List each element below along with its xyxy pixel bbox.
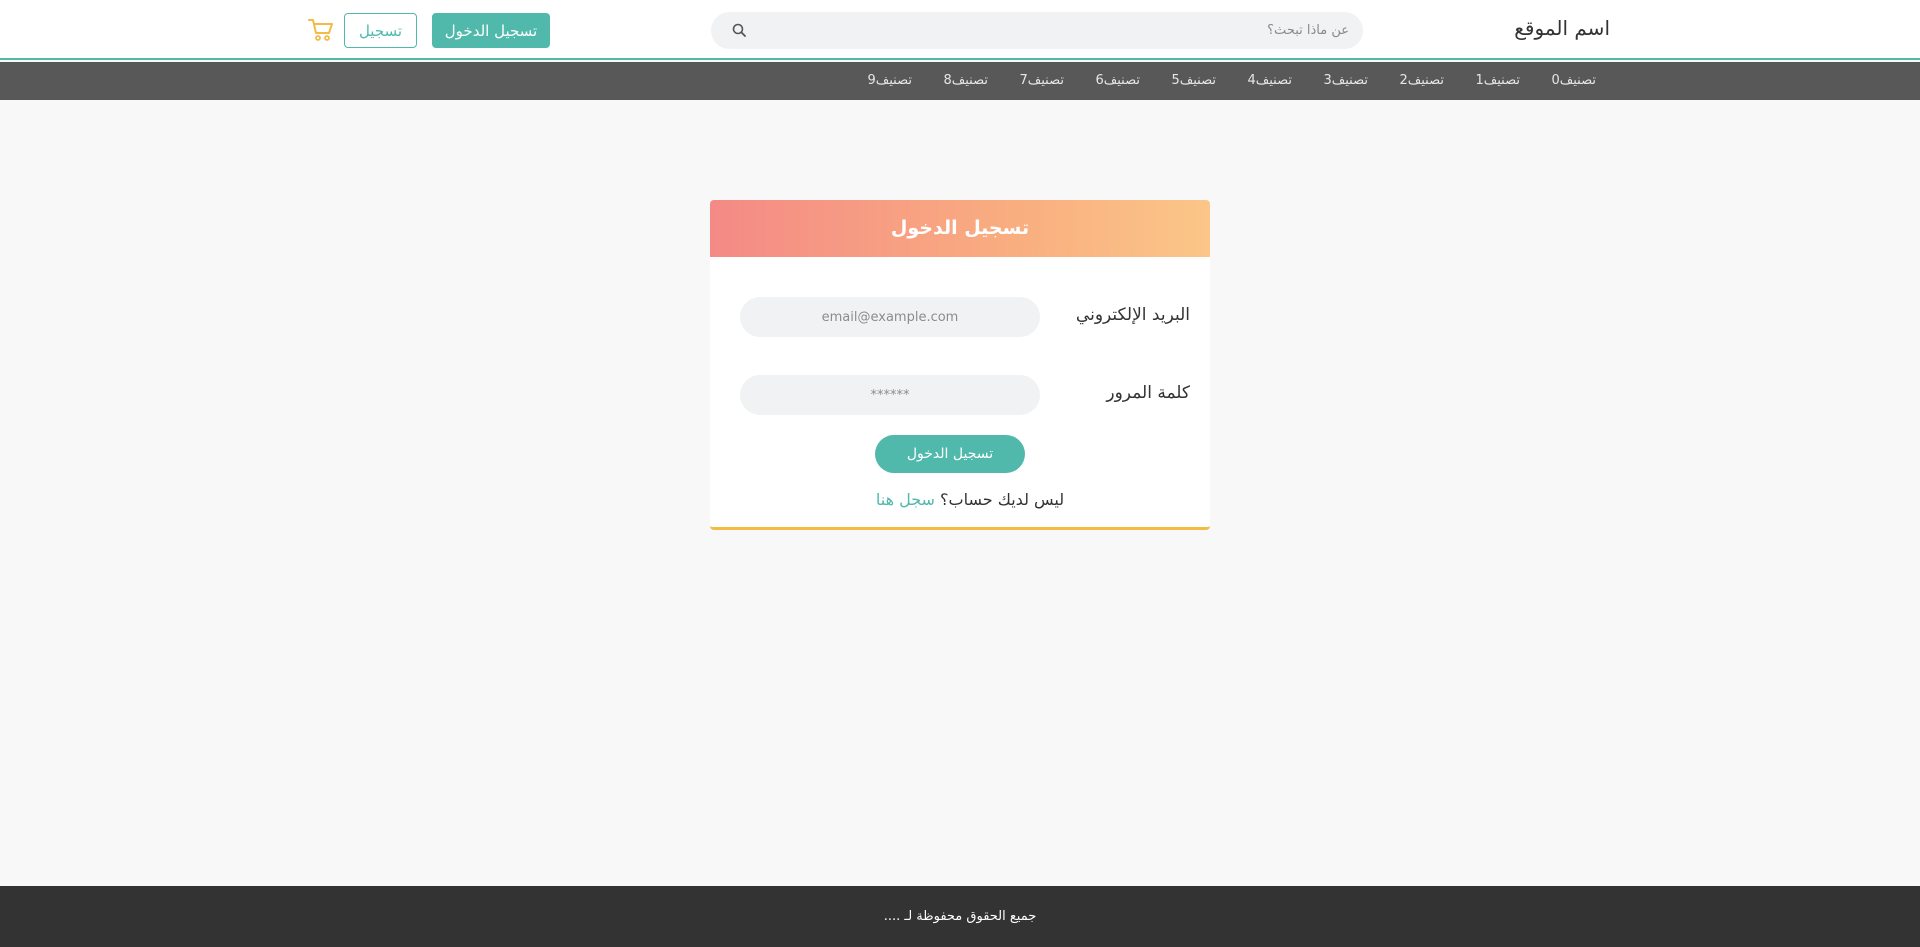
site-header: اسم الموقع تسجيل الدخول تسجيل xyxy=(0,0,1920,60)
nav-item-category-4[interactable]: تصنيف4 xyxy=(1216,62,1292,100)
submit-login-button[interactable]: تسجيل الدخول xyxy=(875,435,1025,473)
nav-item-category-6[interactable]: تصنيف6 xyxy=(1064,62,1140,100)
login-button[interactable]: تسجيل الدخول xyxy=(432,13,550,48)
password-field[interactable] xyxy=(740,375,1040,415)
nav-item-category-3[interactable]: تصنيف3 xyxy=(1292,62,1368,100)
site-name[interactable]: اسم الموقع xyxy=(1514,16,1610,40)
signup-prompt: ليس لديك حساب؟ سجل هنا xyxy=(710,490,1210,509)
nav-item-category-1[interactable]: تصنيف1 xyxy=(1444,62,1520,100)
nav-item-category-7[interactable]: تصنيف7 xyxy=(988,62,1064,100)
nav-item-category-5[interactable]: تصنيف5 xyxy=(1140,62,1216,100)
email-field[interactable] xyxy=(740,297,1040,337)
login-card-title: تسجيل الدخول xyxy=(710,200,1210,257)
email-label: البريد الإلكتروني xyxy=(1075,305,1190,325)
search-icon[interactable] xyxy=(731,22,748,39)
nav-item-category-9[interactable]: تصنيف9 xyxy=(836,62,912,100)
copyright-text: جميع الحقوق محفوظة لـ .... xyxy=(883,909,1037,924)
password-label: كلمة المرور xyxy=(1106,383,1190,403)
nav-item-category-8[interactable]: تصنيف8 xyxy=(912,62,988,100)
cart-icon[interactable] xyxy=(308,18,334,42)
email-row: البريد الإلكتروني xyxy=(710,297,1210,337)
register-button[interactable]: تسجيل xyxy=(344,13,417,48)
nav-item-category-2[interactable]: تصنيف2 xyxy=(1368,62,1444,100)
site-footer: جميع الحقوق محفوظة لـ .... xyxy=(0,886,1920,947)
login-card: تسجيل الدخول البريد الإلكتروني كلمة المر… xyxy=(710,200,1210,530)
nav-items: تصنيف0 تصنيف1 تصنيف2 تصنيف3 تصنيف4 تصنيف… xyxy=(836,62,1596,100)
search-input[interactable] xyxy=(763,12,1363,49)
category-nav: تصنيف0 تصنيف1 تصنيف2 تصنيف3 تصنيف4 تصنيف… xyxy=(0,62,1920,100)
search-box xyxy=(711,12,1363,49)
signup-link[interactable]: سجل هنا xyxy=(876,490,935,509)
nav-item-category-0[interactable]: تصنيف0 xyxy=(1520,62,1596,100)
no-account-text: ليس لديك حساب؟ xyxy=(940,490,1065,509)
password-row: كلمة المرور xyxy=(710,375,1210,415)
